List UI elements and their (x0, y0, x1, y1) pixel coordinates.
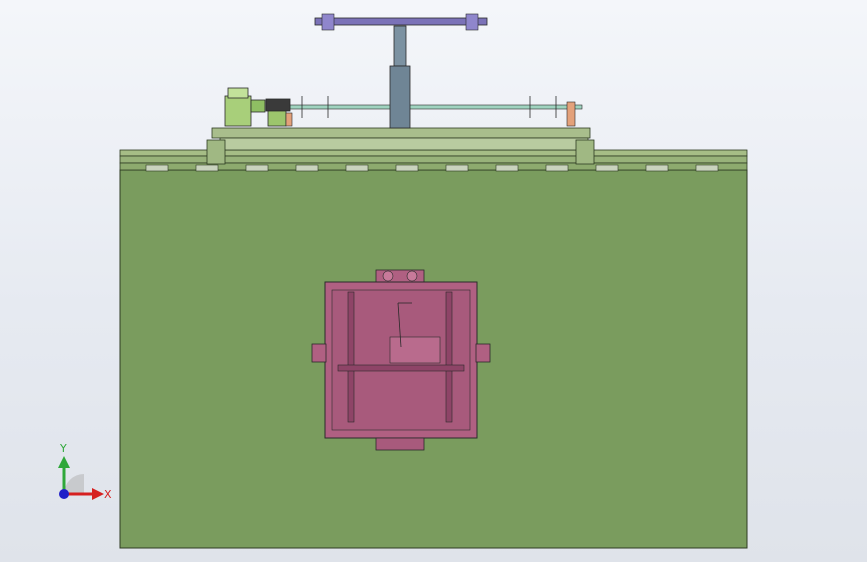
cad-graphics-viewport[interactable] (0, 0, 867, 562)
z-axis-origin (59, 489, 69, 499)
lift-column[interactable] (389, 25, 411, 129)
x-axis-label: X (104, 488, 112, 501)
motor-gearbox[interactable] (224, 87, 293, 127)
coordinate-triad: Y X (58, 442, 112, 501)
y-axis-label: Y (59, 442, 67, 455)
bearing-block-right[interactable] (566, 101, 576, 127)
fixture-assembly[interactable] (311, 269, 491, 451)
drive-shaft[interactable] (289, 96, 583, 118)
